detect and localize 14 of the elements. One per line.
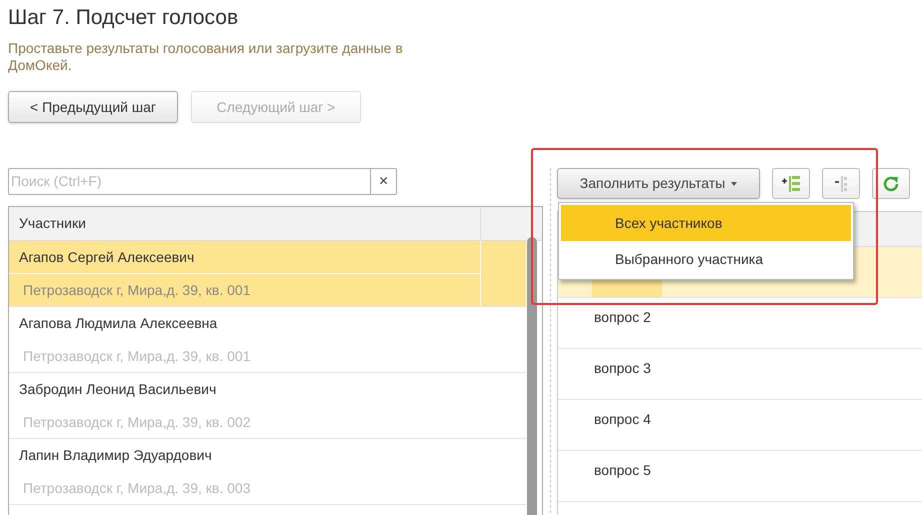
participant-name: Забродин Леонид Васильевич <box>19 380 216 399</box>
participant-address: Петрозаводск г, Мира,д. 39, кв. 001 <box>23 346 250 366</box>
page-title: Шаг 7. Подсчет голосов <box>8 5 238 31</box>
question-label: вопрос 4 <box>594 411 651 427</box>
participant-address: Петрозаводск г, Мира,д. 39, кв. 003 <box>23 478 250 498</box>
question-label: вопрос 5 <box>594 462 651 478</box>
question-label: вопрос 3 <box>594 360 651 376</box>
participant-name: Агапова Людмила Алексеевна <box>19 314 218 333</box>
participant-address: Петрозаводск г, Мира,д. 39, кв. 002 <box>23 412 250 432</box>
participant-address: Петрозаводск г, Мира,д. 39, кв. 001 <box>23 280 250 300</box>
page-description: Проставьте результаты голосования или загрузите данные в ДомОкей. <box>8 40 404 74</box>
question-label: вопрос 2 <box>594 309 651 325</box>
participant-name: Агапов Сергей Алексеевич <box>19 248 194 267</box>
participant-name: Лапин Владимир Эдуардович <box>19 446 212 465</box>
